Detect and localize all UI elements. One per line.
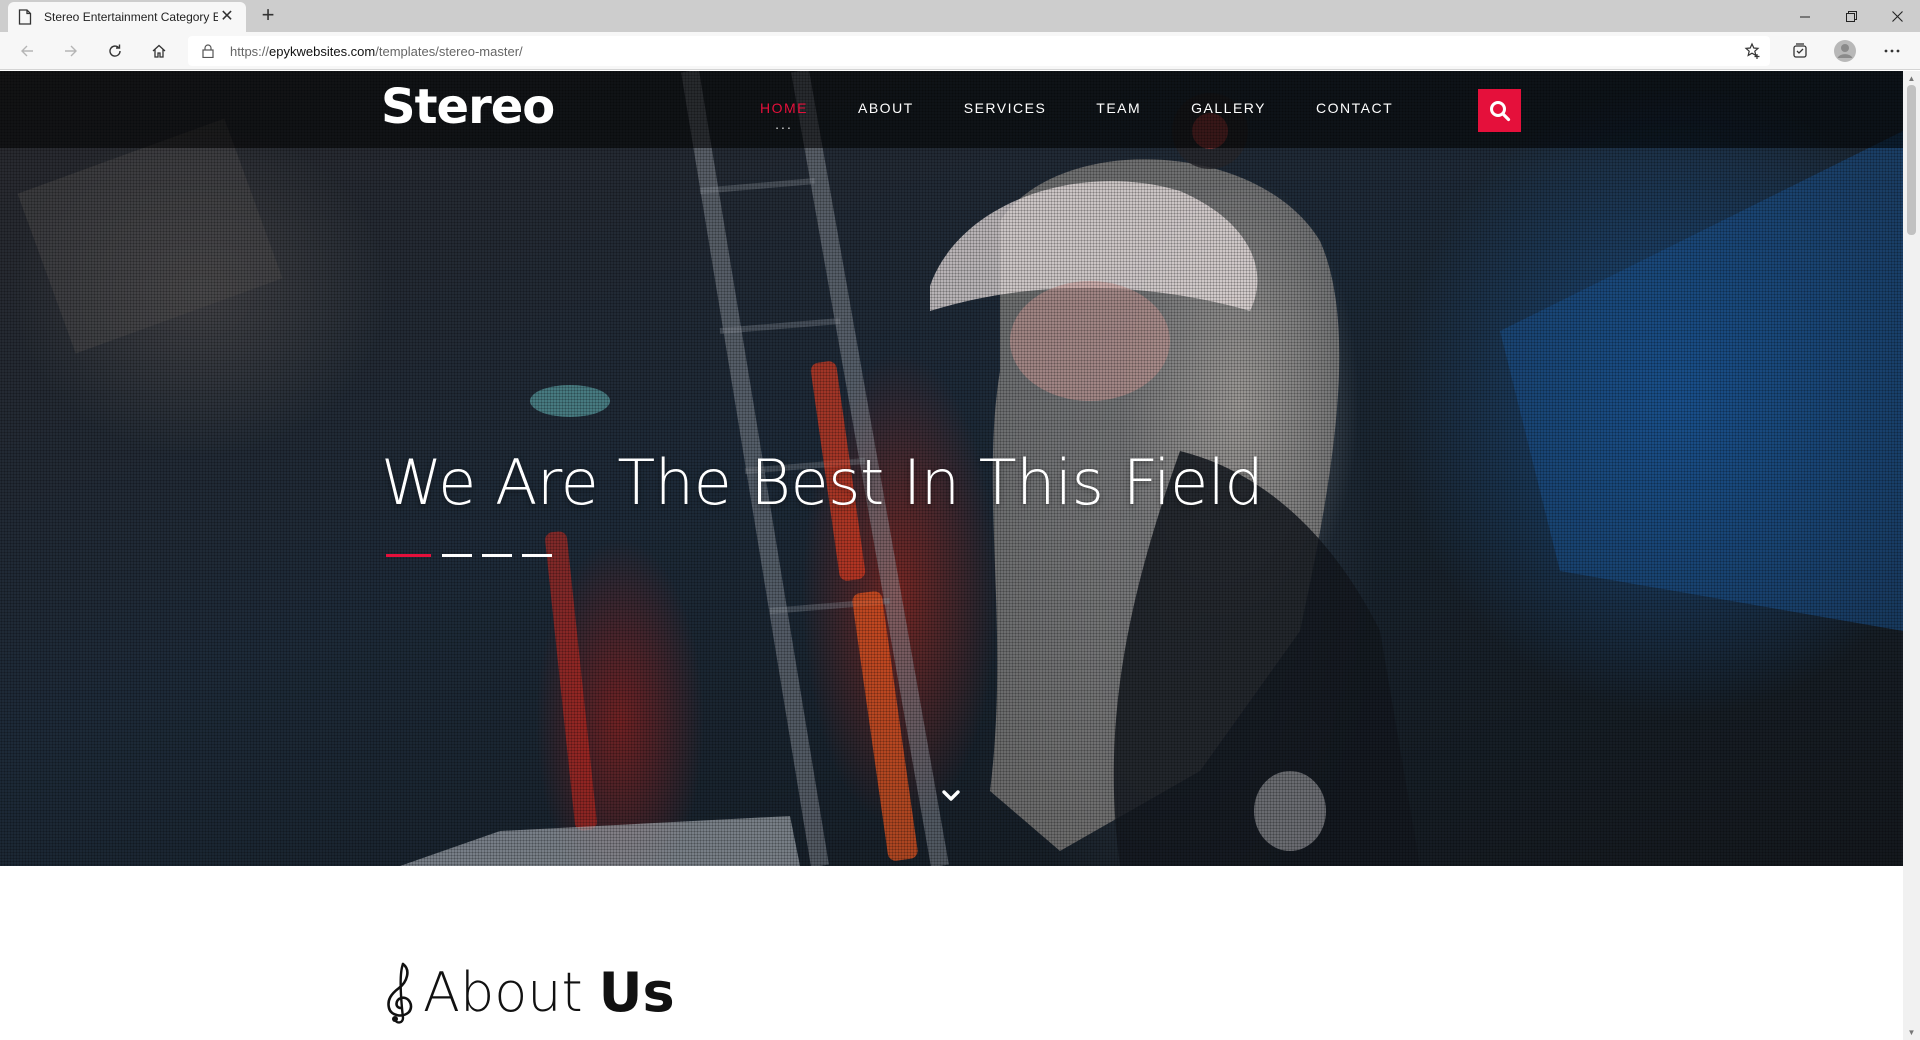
nav-services[interactable]: SERVICES [964,100,1047,116]
minimize-icon[interactable] [1782,0,1828,32]
site-logo[interactable]: Stereo [381,79,555,135]
browser-tab[interactable]: Stereo Entertainment Category E ✕ [8,2,246,32]
scroll-up-arrow[interactable]: ▲ [1907,74,1916,83]
url-text: https://epykwebsites.com/templates/stere… [230,43,523,59]
hero-section: Stereo HOME ... ABOUT SERVICES TEAM GALL… [0,71,1903,866]
browser-address-bar: https://epykwebsites.com/templates/stere… [0,32,1920,70]
search-button[interactable] [1478,89,1521,132]
browser-tab-bar: Stereo Entertainment Category E ✕ + [0,0,1920,32]
nav-team[interactable]: TEAM [1096,100,1141,116]
chevron-down-icon[interactable] [941,788,961,804]
lock-icon [202,44,214,58]
home-icon[interactable] [144,36,174,66]
active-indicator: ... [775,116,793,132]
more-icon[interactable] [1877,36,1907,66]
tab-title: Stereo Entertainment Category E [44,10,218,24]
page-icon [18,9,32,25]
nav-about[interactable]: ABOUT [858,100,914,116]
favorites-icon[interactable] [1738,36,1768,66]
collections-icon[interactable] [1785,36,1815,66]
refresh-icon[interactable] [100,36,130,66]
about-heading: About Us [381,960,675,1024]
main-nav: HOME ... ABOUT SERVICES TEAM GALLERY CON… [760,100,1443,131]
about-title-light: About [423,960,583,1024]
site-header: Stereo HOME ... ABOUT SERVICES TEAM GALL… [0,71,1903,148]
scroll-down-arrow[interactable]: ▼ [1907,1028,1916,1037]
slide-indicator-3[interactable] [482,554,512,557]
forward-icon[interactable] [56,36,86,66]
close-icon[interactable]: ✕ [218,8,236,26]
about-title-bold: Us [598,960,675,1024]
window-close-icon[interactable] [1874,0,1920,32]
slide-indicator-4[interactable] [522,554,552,557]
nav-home[interactable]: HOME ... [760,100,808,131]
nav-contact[interactable]: CONTACT [1316,100,1393,116]
nav-gallery[interactable]: GALLERY [1191,100,1266,116]
slide-indicator-1[interactable] [386,554,431,557]
hero-title: We Are The Best In This Field [381,446,1264,519]
about-section: About Us [0,866,1903,1040]
page-scrollbar[interactable]: ▲ ▼ [1903,71,1920,1040]
search-icon [1489,100,1510,121]
page-viewport: Stereo HOME ... ABOUT SERVICES TEAM GALL… [0,71,1903,1040]
profile-icon[interactable] [1830,36,1860,66]
scroll-thumb[interactable] [1907,85,1916,235]
restore-icon[interactable] [1828,0,1874,32]
treble-clef-icon [387,962,413,1024]
plus-icon[interactable]: + [255,4,281,28]
back-icon[interactable] [12,36,42,66]
slide-indicator-2[interactable] [442,554,472,557]
url-field[interactable]: https://epykwebsites.com/templates/stere… [188,36,1770,66]
